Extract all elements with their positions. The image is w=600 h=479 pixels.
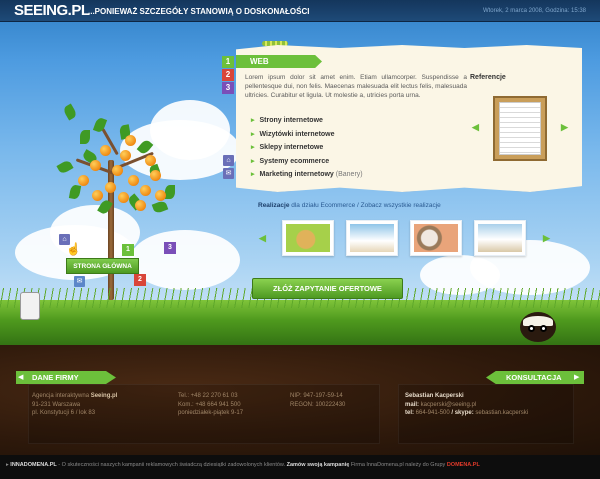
panel-home-icon[interactable]: ⌂ [223, 155, 234, 166]
bottom-bar: ▸ INNADOMENA.PL - O skuteczności naszych… [0, 455, 600, 479]
portfolio-thumb-2[interactable] [346, 220, 398, 256]
company-data-icon: ◀ [18, 374, 24, 381]
company-data-label: DANE FIRMY [16, 371, 116, 384]
portfolio-thumb-1[interactable] [282, 220, 334, 256]
list-item[interactable]: Sklepy internetowe [251, 143, 363, 157]
tree-tab-1[interactable]: 1 [122, 244, 134, 256]
order-campaign-link[interactable]: Zamów swoją kampanię [287, 462, 350, 468]
list-item[interactable]: Wizytówki internetowe [251, 130, 363, 144]
consultant-info: Sebastian Kacperski mail: kacperski@seei… [405, 393, 529, 416]
group-link[interactable]: DOMENA.PL [447, 462, 480, 468]
request-quote-button[interactable]: ZŁÓŻ ZAPYTANIE OFERTOWE [252, 278, 403, 299]
portfolio-prev-icon[interactable]: ◀ [259, 233, 266, 244]
home-button[interactable]: STRONA GŁÓWNA [66, 258, 139, 274]
panel-tab-1[interactable]: 1 [222, 56, 234, 68]
cursor-icon: ☝ [66, 242, 81, 256]
intro-text: Lorem ipsum dolor sit amet enim. Etiam u… [245, 74, 467, 99]
company-phones: Tel.: +48 22 270 61 03 Kom.: +48 664 941… [178, 393, 244, 416]
portfolio-caption: Realizacje dla działu Ecommerce / Zobacz… [258, 202, 441, 209]
panel-tab-2[interactable]: 2 [222, 69, 234, 81]
references-title: Referencje [470, 74, 506, 81]
top-bar: SEEING.PL ...PONIEWAŻ SZCZEGÓŁY STANOWIĄ… [0, 0, 600, 22]
list-item[interactable]: Systemy ecommerce [251, 157, 363, 171]
panel-mail-icon[interactable]: ✉ [223, 168, 234, 179]
site-logo[interactable]: SEEING.PL [14, 2, 90, 19]
portfolio-next-icon[interactable]: ▶ [543, 233, 550, 244]
tree-mail-icon[interactable]: ✉ [74, 276, 85, 287]
date-time: Wtorek, 2 marca 2008, Godzina: 15:38 [482, 8, 586, 14]
list-item[interactable]: Strony internetowe [251, 116, 363, 130]
company-nip: NIP: 947-197-59-14 REGON: 100222430 [290, 393, 346, 408]
portfolio-thumb-4[interactable] [474, 220, 526, 256]
site-slogan: ...PONIEWAŻ SZCZEGÓŁY STANOWIĄ O DOSKONA… [88, 7, 310, 16]
references-next-icon[interactable]: ▶ [561, 122, 568, 133]
references-prev-icon[interactable]: ◀ [472, 122, 479, 133]
bottom-brand[interactable]: INNADOMENA.PL [10, 462, 56, 468]
consultant-email[interactable]: kacperski@seeing.pl [421, 402, 476, 408]
services-list: Strony internetowe Wizytówki internetowe… [251, 116, 363, 184]
portfolio-thumb-3[interactable] [410, 220, 462, 256]
panel-tab-3[interactable]: 3 [222, 82, 234, 94]
company-address: Agencja interaktywna Seeing.pl 91-231 Wa… [32, 393, 118, 416]
list-item[interactable]: Marketing internetowy (Banery) [251, 170, 363, 184]
caterpillar-icon [262, 41, 288, 46]
consultation-label: KONSULTACJA [486, 371, 584, 384]
tree-tab-2[interactable]: 2 [134, 274, 146, 286]
reference-certificate[interactable] [493, 96, 547, 161]
consultation-icon: ▶ [574, 374, 580, 381]
milk-carton-icon [20, 292, 40, 320]
section-label: WEB [236, 55, 322, 68]
tree-tab-3[interactable]: 3 [164, 242, 176, 254]
